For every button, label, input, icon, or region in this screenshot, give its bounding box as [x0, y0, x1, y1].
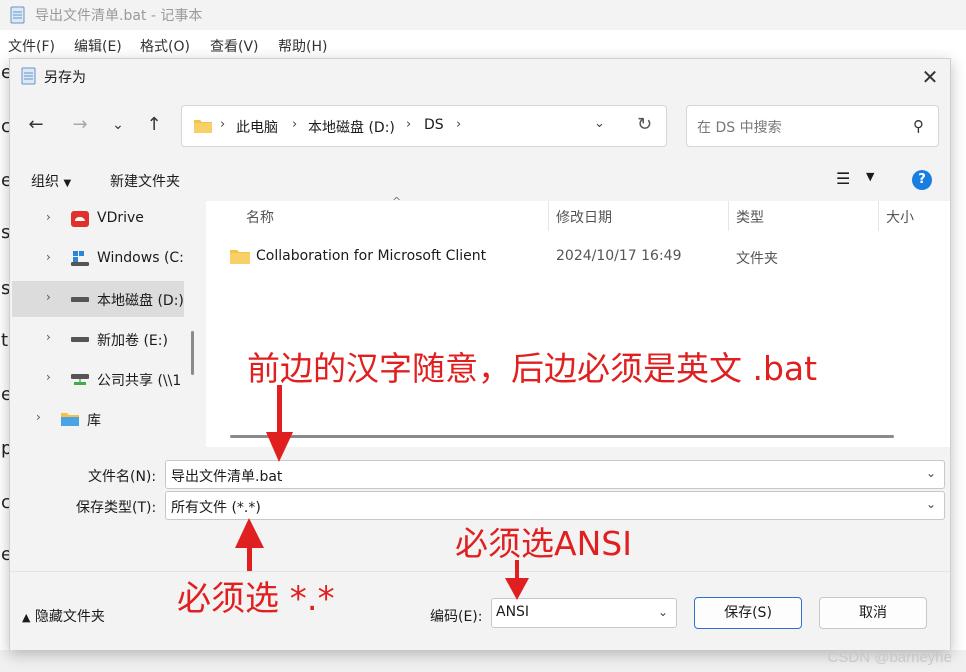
annotation-encoding-note: 必须选ANSI [455, 524, 632, 563]
annotation-arrowhead-encoding [505, 578, 529, 600]
annotation-arrowhead-filename [266, 432, 293, 462]
annotation-filetype-note: 必须选 *.* [177, 579, 335, 619]
annotation-arrow-filetype [247, 545, 252, 571]
watermark: CSDN @barneyhe [827, 649, 952, 666]
annotation-arrow-filename [277, 385, 282, 435]
annotation-arrowhead-filetype [235, 518, 264, 548]
annotation-filename-note: 前边的汉字随意，后边必须是英文 .bat [247, 349, 818, 388]
annotation-arrows [235, 385, 529, 600]
